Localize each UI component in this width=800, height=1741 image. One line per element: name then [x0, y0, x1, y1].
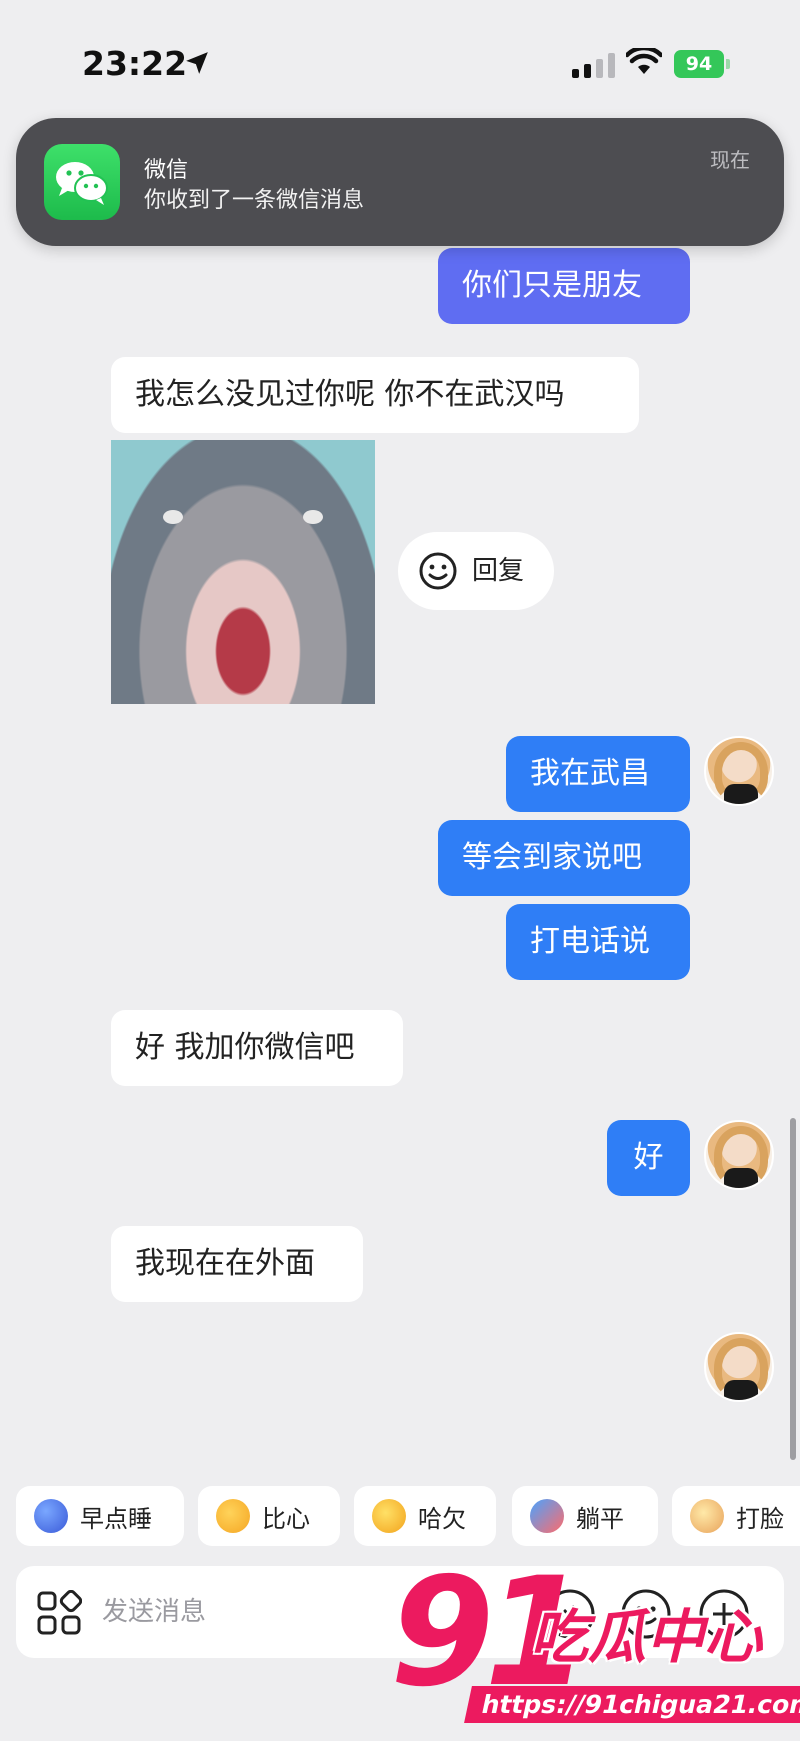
message-text: 好	[633, 1140, 664, 1175]
location-arrow-icon	[186, 52, 208, 74]
quick-reaction-label: 比心	[262, 1504, 310, 1533]
user-avatar[interactable]	[704, 1332, 774, 1402]
quick-reaction-label: 躺平	[576, 1504, 624, 1533]
yawn-face-icon	[372, 1499, 406, 1533]
wechat-notification-banner[interactable]: 微信 你收到了一条微信消息 现在	[16, 118, 784, 246]
notification-message: 你收到了一条微信消息	[144, 188, 365, 213]
slap-face-icon	[690, 1499, 724, 1533]
heart-hand-icon	[216, 1499, 250, 1533]
quick-reaction-slap[interactable]: 打脸	[672, 1486, 800, 1546]
quick-reaction-label: 哈欠	[418, 1504, 466, 1533]
message-bubble-outgoing[interactable]: 打电话说	[506, 904, 690, 980]
message-text: 你们只是朋友	[462, 268, 642, 303]
watermark-url: https://91chigua21.com	[464, 1686, 800, 1723]
chat-scrollbar[interactable]	[790, 1118, 796, 1460]
quick-reaction-lie-flat[interactable]: 躺平	[512, 1486, 658, 1546]
lying-down-icon	[530, 1499, 564, 1533]
watermark-name: 吃瓜中心	[530, 1603, 763, 1671]
wifi-icon	[626, 48, 662, 74]
user-avatar[interactable]	[704, 736, 774, 806]
clock-time: 23:22	[82, 44, 188, 83]
apps-grid-icon[interactable]	[36, 1590, 82, 1636]
notification-time: 现在	[710, 148, 750, 172]
quick-reaction-bar: 早点睡 比心 哈欠 躺平 打脸	[0, 1486, 800, 1546]
message-text: 我现在在外面	[135, 1246, 315, 1281]
smiley-icon	[419, 552, 457, 590]
cellular-signal-icon	[572, 52, 615, 78]
message-bubble-outgoing[interactable]: 我在武昌	[506, 736, 690, 812]
sleep-moon-icon	[34, 1499, 68, 1533]
message-text: 等会到家说吧	[462, 840, 642, 875]
quick-reaction-label: 早点睡	[80, 1504, 152, 1533]
quick-reaction-early-sleep[interactable]: 早点睡	[16, 1486, 184, 1546]
quick-reaction-heart[interactable]: 比心	[198, 1486, 340, 1546]
site-watermark: 91 吃瓜中心 https://91chigua21.com	[380, 1558, 800, 1741]
message-bubble-outgoing[interactable]: 等会到家说吧	[438, 820, 690, 896]
message-text: 我在武昌	[530, 756, 650, 791]
wechat-logo-icon	[56, 162, 108, 205]
message-bubble-outgoing[interactable]: 你们只是朋友	[438, 248, 690, 324]
battery-icon: 94	[674, 50, 730, 78]
message-text: 打电话说	[530, 924, 650, 959]
message-text: 好 我加你微信吧	[135, 1030, 355, 1065]
wechat-app-icon	[44, 144, 120, 220]
quick-reaction-label: 打脸	[736, 1504, 784, 1533]
message-bubble-incoming[interactable]: 我现在在外面	[111, 1226, 363, 1302]
battery-level: 94	[674, 50, 724, 78]
user-avatar[interactable]	[704, 1120, 774, 1190]
message-bubble-incoming[interactable]: 我怎么没见过你呢 你不在武汉吗	[111, 357, 639, 433]
status-bar: 23:22 94	[0, 0, 800, 120]
notification-app-name: 微信	[144, 158, 189, 183]
cat-sticker-image[interactable]	[111, 440, 375, 704]
message-bubble-incoming[interactable]: 好 我加你微信吧	[111, 1010, 403, 1086]
message-text: 我怎么没见过你呢 你不在武汉吗	[135, 377, 565, 412]
reply-label: 回复	[472, 556, 525, 586]
quick-reaction-yawn[interactable]: 哈欠	[354, 1486, 496, 1546]
message-bubble-outgoing[interactable]: 好	[607, 1120, 690, 1196]
reply-button[interactable]: 回复	[398, 532, 554, 610]
